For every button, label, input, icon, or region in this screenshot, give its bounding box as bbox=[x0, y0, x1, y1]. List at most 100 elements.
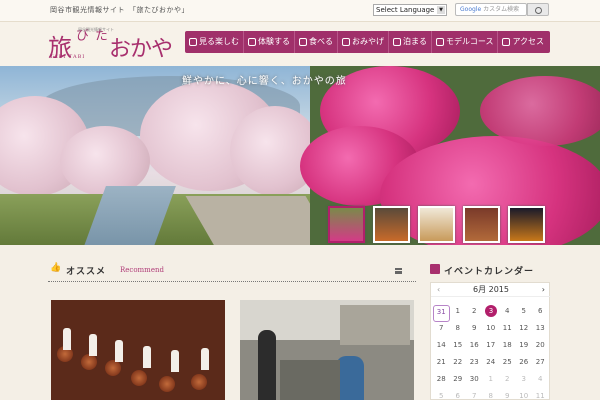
calendar-day[interactable]: 8 bbox=[450, 322, 467, 339]
calendar-day[interactable]: 27 bbox=[532, 356, 549, 373]
hero-thumbnail[interactable] bbox=[373, 206, 410, 243]
calendar-day[interactable]: 7 bbox=[433, 322, 450, 339]
recommend-title: オススメ bbox=[66, 267, 107, 277]
list-view-icon[interactable] bbox=[395, 268, 402, 274]
calendar-day[interactable]: 4 bbox=[499, 305, 516, 322]
nav-label: 体験する bbox=[258, 37, 290, 46]
site-logo[interactable]: 旅たびおかや 岡谷観光情報サイト TABI TABI bbox=[48, 27, 173, 63]
calendar-day[interactable]: 7 bbox=[466, 390, 483, 400]
calendar-day[interactable]: 22 bbox=[450, 356, 467, 373]
search-brand: Google bbox=[460, 6, 482, 13]
nav-item-stay[interactable]: 泊まる bbox=[389, 31, 432, 53]
calendar-day[interactable]: 9 bbox=[499, 390, 516, 400]
utensils-icon bbox=[299, 38, 307, 46]
calendar-day[interactable]: 5 bbox=[516, 305, 533, 322]
calendar-month: 6月 2015 bbox=[473, 285, 509, 294]
calendar-day[interactable]: 5 bbox=[433, 390, 450, 400]
recommend-card-taiko[interactable] bbox=[51, 300, 225, 400]
search-input[interactable]: Google カスタム検索 bbox=[455, 3, 527, 16]
calendar-day[interactable]: 29 bbox=[450, 373, 467, 390]
calendar-day[interactable]: 8 bbox=[483, 390, 500, 400]
top-utility-bar: 岡谷市観光情報サイト 「旅たびおかや」 Select Language ▼ Go… bbox=[0, 0, 600, 22]
calendar-day[interactable]: 31 bbox=[433, 305, 450, 322]
calendar-day[interactable]: 11 bbox=[532, 390, 549, 400]
calendar-next-button[interactable]: › bbox=[542, 283, 545, 297]
calendar-day[interactable]: 23 bbox=[466, 356, 483, 373]
calendar-day[interactable]: 6 bbox=[450, 390, 467, 400]
calendar-day[interactable]: 20 bbox=[532, 339, 549, 356]
drum bbox=[131, 370, 147, 386]
calendar-day[interactable]: 14 bbox=[433, 339, 450, 356]
card-window bbox=[340, 305, 410, 345]
drum bbox=[81, 354, 97, 370]
calendar-day[interactable]: 21 bbox=[433, 356, 450, 373]
calendar-day[interactable]: 2 bbox=[499, 373, 516, 390]
calendar-day[interactable]: 1 bbox=[483, 373, 500, 390]
calendar-day[interactable]: 11 bbox=[499, 322, 516, 339]
hero-thumbnail[interactable] bbox=[508, 206, 545, 243]
calendar-day[interactable]: 6 bbox=[532, 305, 549, 322]
calendar-day[interactable]: 4 bbox=[532, 373, 549, 390]
nav-item-see[interactable]: 見る楽しむ bbox=[185, 31, 244, 53]
calendar-day[interactable]: 25 bbox=[499, 356, 516, 373]
nav-item-access[interactable]: アクセス bbox=[498, 31, 548, 53]
nav-label: アクセス bbox=[512, 37, 545, 46]
calendar-day[interactable]: 15 bbox=[450, 339, 467, 356]
performer bbox=[143, 346, 151, 368]
hero-slider[interactable]: 鮮やかに、心に響く、おかやの旅 bbox=[0, 66, 600, 245]
logo-subtitle: 岡谷観光情報サイト bbox=[78, 27, 114, 32]
hero-thumbnail[interactable] bbox=[418, 206, 455, 243]
calendar-day[interactable]: 9 bbox=[466, 322, 483, 339]
hero-thumbnail[interactable] bbox=[463, 206, 500, 243]
calendar-day[interactable]: 1 bbox=[450, 305, 467, 322]
logo-romaji: TABI TABI bbox=[50, 54, 86, 60]
dropdown-arrow-icon: ▼ bbox=[437, 6, 445, 14]
nav-item-souvenir[interactable]: おみやげ bbox=[338, 31, 389, 53]
recommend-subtitle: Recommend bbox=[120, 266, 164, 274]
nav-item-eat[interactable]: 食べる bbox=[295, 31, 338, 53]
bus-icon bbox=[502, 38, 511, 46]
event-calendar-title: イベントカレンダー bbox=[444, 267, 535, 277]
calendar-icon bbox=[430, 264, 440, 274]
nav-item-experience[interactable]: 体験する bbox=[244, 31, 295, 53]
calendar-day[interactable]: 13 bbox=[532, 322, 549, 339]
calendar-day[interactable]: 19 bbox=[516, 339, 533, 356]
calendar-week: 21 22 23 24 25 26 27 bbox=[433, 356, 549, 373]
calendar-day[interactable]: 17 bbox=[483, 339, 500, 356]
calendar-day[interactable]: 12 bbox=[516, 322, 533, 339]
calendar-day[interactable]: 24 bbox=[483, 356, 500, 373]
calendar-grid: 31 1 2 3 4 5 6 7 8 9 10 11 12 13 14 15 1… bbox=[433, 305, 549, 400]
performer bbox=[115, 340, 123, 362]
search-button[interactable] bbox=[527, 3, 549, 16]
language-select[interactable]: Select Language ▼ bbox=[373, 4, 447, 16]
recommend-card-workshop[interactable] bbox=[240, 300, 414, 400]
hero-thumbnail[interactable] bbox=[328, 206, 365, 243]
calendar-header: ‹ 6月 2015 › bbox=[431, 283, 551, 297]
calendar-day[interactable]: 30 bbox=[466, 373, 483, 390]
calendar-day[interactable]: 10 bbox=[516, 390, 533, 400]
calendar-day[interactable]: 18 bbox=[499, 339, 516, 356]
calendar-day[interactable]: 10 bbox=[483, 322, 500, 339]
nav-label: 食べる bbox=[309, 37, 333, 46]
calendar-day[interactable]: 16 bbox=[466, 339, 483, 356]
eye-icon bbox=[189, 38, 197, 46]
nav-label: 見る楽しむ bbox=[199, 37, 239, 46]
calendar-day[interactable]: 3 bbox=[516, 373, 533, 390]
drum bbox=[191, 374, 207, 390]
calendar-day[interactable]: 26 bbox=[516, 356, 533, 373]
nav-item-model-course[interactable]: モデルコース bbox=[432, 31, 499, 53]
calendar-day[interactable]: 28 bbox=[433, 373, 450, 390]
calendar-prev-button[interactable]: ‹ bbox=[437, 283, 440, 297]
performer bbox=[63, 328, 71, 350]
bed-icon bbox=[393, 38, 401, 46]
recommend-section-header: 👍 オススメ Recommend bbox=[48, 262, 416, 282]
calendar-week: 31 1 2 3 4 5 6 bbox=[433, 305, 549, 322]
calendar-week: 14 15 16 17 18 19 20 bbox=[433, 339, 549, 356]
drum bbox=[105, 360, 121, 376]
calendar-week: 5 6 7 8 9 10 11 bbox=[433, 390, 549, 400]
card-person bbox=[336, 356, 364, 400]
calendar-day-today[interactable]: 3 bbox=[485, 305, 497, 317]
thumbs-up-icon: 👍 bbox=[50, 263, 62, 273]
calendar-day[interactable]: 2 bbox=[466, 305, 483, 322]
calendar-week: 7 8 9 10 11 12 13 bbox=[433, 322, 549, 339]
